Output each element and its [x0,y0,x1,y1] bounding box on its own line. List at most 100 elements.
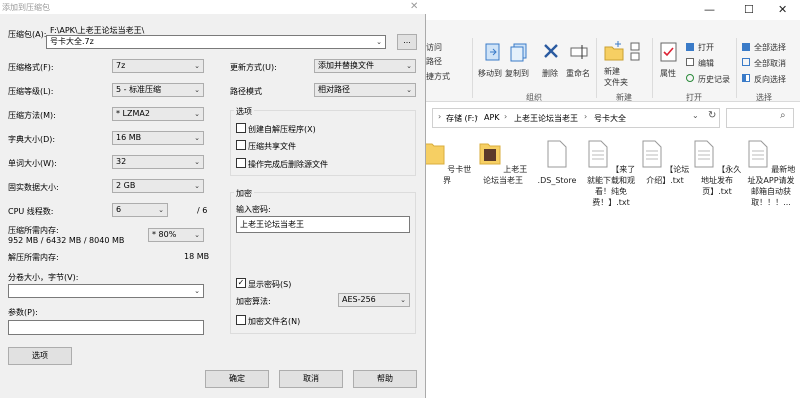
cancel-button[interactable]: 取消 [279,370,343,388]
new-item-icons[interactable] [630,42,644,62]
options-button[interactable]: 选项 [8,347,72,365]
archive-name-combo[interactable]: 号卡大全.7z ⌄ [46,35,386,49]
dict-size-value: 16 MB [116,133,142,142]
path-mode-value: 相对路径 [318,85,350,94]
file-item[interactable]: .DS_Store [530,140,584,186]
delete-after-checkbox[interactable] [236,158,246,168]
rename-icon[interactable] [570,44,588,60]
sfx-checkbox[interactable] [236,123,246,133]
show-password-checkbox[interactable]: ✓ [236,278,246,288]
file-item[interactable]: 【永久地址发布页】.txt [690,140,744,197]
threads-select[interactable]: 6 ⌄ [112,203,168,217]
method-select[interactable]: * LZMA2 ⌄ [112,107,204,121]
select-none-icon [742,58,750,66]
encryption-method-select[interactable]: AES-256 ⌄ [338,293,410,307]
ok-button[interactable]: 确定 [205,370,269,388]
move-to-icon[interactable] [484,42,502,62]
ribbon-partial-item[interactable]: 访问 [426,42,442,53]
path-mode-label: 路径模式 [230,87,262,96]
rename-button[interactable]: 重命名 [566,68,590,79]
password-input[interactable]: 上老王论坛当老王 [236,216,410,233]
split-size-combo[interactable]: ⌄ [8,284,204,298]
search-icon[interactable]: ⌕ [780,110,786,121]
breadcrumb-item[interactable]: 上老王论坛当老王 [514,113,578,124]
file-item[interactable]: 【论坛介绍】.txt [638,140,692,186]
edit-button[interactable]: 编辑 [698,58,714,69]
file-item[interactable]: 上老王论坛当老王 [476,140,530,186]
add-to-archive-dialog: 添加到压缩包 ✕ 压缩包(A): F:\APK\上老王论坛当老王\ 号卡大全.7… [0,0,426,398]
breadcrumb-separator-icon: › [584,112,588,121]
chevron-down-icon: ⌄ [406,86,412,94]
memory-percent-value: * 80% [152,230,177,239]
ribbon-partial-item[interactable]: 捷方式 [426,71,450,82]
chevron-down-icon: ⌄ [194,86,200,94]
address-dropdown-icon[interactable]: ⌄ [692,111,699,120]
delete-icon[interactable] [542,42,560,60]
refresh-icon[interactable]: ↻ [708,110,716,121]
copy-to-button[interactable]: 复制到 [505,68,529,79]
shared-files-checkbox[interactable] [236,140,246,150]
breadcrumb-item[interactable]: APK [484,113,500,122]
solid-size-value: 2 GB [116,181,136,190]
history-button[interactable]: 历史记录 [698,74,730,85]
memory-percent-select[interactable]: * 80% ⌄ [148,228,204,242]
properties-button[interactable]: 属性 [660,68,676,79]
text-file-icon [748,140,768,168]
format-value: 7z [116,61,126,70]
open-button[interactable]: 打开 [698,42,714,53]
folder-icon [423,143,445,165]
breadcrumb-item[interactable]: 号卡大全 [594,113,626,124]
update-mode-value: 添加并替换文件 [318,61,374,70]
file-name: 最新地址及APP请发邮箱自动获取！！！... [747,165,796,207]
chevron-down-icon: ⌄ [194,287,200,295]
properties-icon[interactable] [660,42,678,62]
ribbon-divider [652,38,653,98]
maximize-icon[interactable]: ☐ [744,3,754,16]
delete-button[interactable]: 删除 [542,68,558,79]
level-select[interactable]: 5 - 标准压缩 ⌄ [112,83,204,97]
minimize-icon[interactable]: — [704,3,715,16]
invert-selection-button[interactable]: 反向选择 [754,74,786,85]
chevron-down-icon: ⌄ [194,134,200,142]
encrypt-names-label: 加密文件名(N) [248,317,301,326]
update-mode-select[interactable]: 添加并替换文件 ⌄ [314,59,416,73]
open-icon [686,43,694,51]
new-folder-icon[interactable] [604,40,624,62]
close-icon[interactable]: ✕ [778,3,787,16]
sfx-label: 创建自解压程序(X) [248,125,316,134]
ribbon-partial-item[interactable]: 路径 [426,56,442,67]
browse-button[interactable]: ... [397,34,417,50]
encrypt-names-checkbox[interactable] [236,315,246,325]
new-folder-button[interactable]: 新建 文件夹 [604,66,628,88]
select-none-button[interactable]: 全部取消 [754,58,786,69]
file-name: 【永久地址发布页】.txt [701,165,742,196]
chevron-down-icon: ⌄ [376,38,382,46]
params-input[interactable] [8,320,204,335]
archive-label: 压缩包(A): [8,30,47,39]
word-size-select[interactable]: 32 ⌄ [112,155,204,169]
file-item[interactable]: 【来了就能下载和观看！纯免费！】.txt [584,140,638,208]
encryption-group-title: 加密 [234,188,254,199]
breadcrumb-item[interactable]: 存储 (F:) [446,113,477,124]
ribbon-divider [472,38,473,98]
move-to-button[interactable]: 移动到 [478,68,502,79]
format-label: 压缩格式(F): [8,63,54,72]
help-button[interactable]: 帮助 [353,370,417,388]
dict-size-select[interactable]: 16 MB ⌄ [112,131,204,145]
file-item[interactable]: 最新地址及APP请发邮箱自动获取！！！... [744,140,798,208]
copy-to-icon[interactable] [510,42,528,62]
file-item[interactable]: 号卡世界 [420,140,474,186]
format-select[interactable]: 7z ⌄ [112,59,204,73]
compress-memory-label: 压缩所需内存: [8,226,59,235]
ribbon-divider [736,38,737,98]
level-value: 5 - 标准压缩 [116,85,162,94]
path-mode-select[interactable]: 相对路径 ⌄ [314,83,416,97]
solid-size-select[interactable]: 2 GB ⌄ [112,179,204,193]
ribbon-divider [596,38,597,98]
file-name: 【来了就能下载和观看！纯免费！】.txt [587,165,636,207]
invert-selection-icon [742,74,750,82]
dialog-close-icon[interactable]: ✕ [410,1,418,12]
solid-size-label: 固实数据大小: [8,183,59,192]
history-icon [686,74,694,82]
select-all-button[interactable]: 全部选择 [754,42,786,53]
